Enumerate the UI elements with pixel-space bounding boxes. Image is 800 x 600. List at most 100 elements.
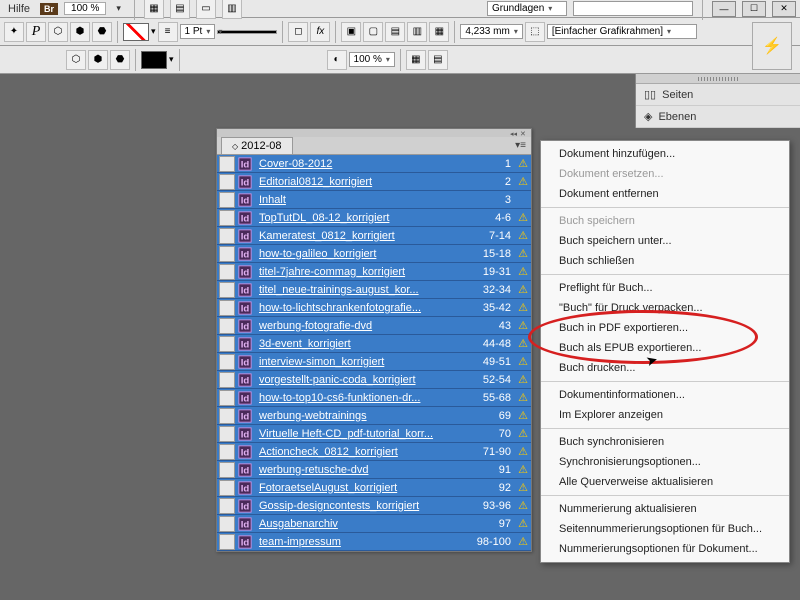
menu-page-numbering-options[interactable]: Seitennummerierungsoptionen für Buch...	[541, 519, 789, 539]
stroke-style[interactable]	[217, 30, 277, 34]
row-checkbox[interactable]	[219, 516, 235, 532]
panel-menu-icon[interactable]: ▾≡	[510, 138, 531, 153]
pages-panel-tab[interactable]: ▯▯ Seiten	[636, 84, 800, 106]
search-field[interactable]	[573, 1, 693, 16]
zoom-level[interactable]: 100 %	[64, 2, 106, 15]
corner-options-icon[interactable]: ◻	[288, 22, 308, 42]
align-icon[interactable]: ▦	[406, 50, 426, 70]
book-document-row[interactable]: IdGossip-designcontests_korrigiert93-96	[217, 497, 531, 515]
menu-update-numbering[interactable]: Nummerierung aktualisieren	[541, 499, 789, 519]
layers-panel-tab[interactable]: ◈ Ebenen	[636, 106, 800, 128]
row-checkbox[interactable]	[219, 174, 235, 190]
book-tab[interactable]: 2012-08	[221, 137, 293, 154]
menu-save-book-as[interactable]: Buch speichern unter...	[541, 231, 789, 251]
window-min-icon[interactable]: —	[712, 1, 736, 17]
book-document-row[interactable]: Idhow-to-lichtschrankenfotografie...35-4…	[217, 299, 531, 317]
tool-icon[interactable]: ⬢	[70, 22, 90, 42]
no-stroke-swatch[interactable]	[123, 23, 149, 41]
book-document-row[interactable]: Idwerbung-fotografie-dvd43	[217, 317, 531, 335]
row-checkbox[interactable]	[219, 444, 235, 460]
fill-swatch[interactable]	[141, 51, 167, 69]
row-checkbox[interactable]	[219, 156, 235, 172]
scale-input[interactable]: 100 %	[349, 52, 395, 67]
row-checkbox[interactable]	[219, 372, 235, 388]
collapse-icon[interactable]: ◂◂	[510, 130, 518, 136]
book-document-row[interactable]: IdCover-08-20121	[217, 155, 531, 173]
wrap-icon[interactable]: ▣	[341, 22, 361, 42]
book-document-row[interactable]: IdTopTutDL_08-12_korrigiert4-6	[217, 209, 531, 227]
row-checkbox[interactable]	[219, 354, 235, 370]
window-max-icon[interactable]: ☐	[742, 1, 766, 17]
book-document-row[interactable]: Idwerbung-retusche-dvd91	[217, 461, 531, 479]
fit-icon[interactable]: ⬚	[525, 22, 545, 42]
row-checkbox[interactable]	[219, 318, 235, 334]
menu-show-explorer[interactable]: Im Explorer anzeigen	[541, 405, 789, 425]
dimension-input[interactable]: 4,233 mm	[460, 24, 522, 39]
menu-add-document[interactable]: Dokument hinzufügen...	[541, 144, 789, 164]
close-icon[interactable]: ✕	[520, 130, 528, 136]
menu-doc-numbering-options[interactable]: Nummerierungsoptionen für Dokument...	[541, 539, 789, 559]
book-document-row[interactable]: Idwerbung-webtrainings69	[217, 407, 531, 425]
tool-icon[interactable]: ⬣	[110, 50, 130, 70]
row-checkbox[interactable]	[219, 282, 235, 298]
row-checkbox[interactable]	[219, 390, 235, 406]
menu-close-book[interactable]: Buch schließen	[541, 251, 789, 271]
stroke-weight-input[interactable]: 1 Pt	[180, 24, 216, 39]
menu-sync-options[interactable]: Synchronisierungsoptionen...	[541, 452, 789, 472]
row-checkbox[interactable]	[219, 210, 235, 226]
tool-icon[interactable]: ✦	[4, 22, 24, 42]
menu-remove-document[interactable]: Dokument entfernen	[541, 184, 789, 204]
menu-sync-book[interactable]: Buch synchronisieren	[541, 432, 789, 452]
menu-export-epub[interactable]: Buch als EPUB exportieren...	[541, 338, 789, 358]
tool-icon[interactable]: ⬢	[88, 50, 108, 70]
object-style-selector[interactable]: [Einfacher Grafikrahmen]	[547, 24, 697, 39]
row-checkbox[interactable]	[219, 480, 235, 496]
arrange-icon[interactable]: ▥	[222, 0, 242, 19]
view-mode-icon[interactable]: ▤	[170, 0, 190, 19]
row-checkbox[interactable]	[219, 408, 235, 424]
book-document-row[interactable]: Idteam-impressum98-100	[217, 533, 531, 551]
menu-export-pdf[interactable]: Buch in PDF exportieren...	[541, 318, 789, 338]
opacity-icon[interactable]: ◐	[327, 50, 347, 70]
window-close-icon[interactable]: ✕	[772, 1, 796, 17]
row-checkbox[interactable]	[219, 228, 235, 244]
row-checkbox[interactable]	[219, 192, 235, 208]
wrap-icon[interactable]: ▦	[429, 22, 449, 42]
bridge-button[interactable]: Br	[40, 3, 58, 15]
book-document-row[interactable]: IdAusgabenarchiv97	[217, 515, 531, 533]
row-checkbox[interactable]	[219, 498, 235, 514]
book-document-row[interactable]: Idtitel-7jahre-commag_korrigiert19-31	[217, 263, 531, 281]
wrap-icon[interactable]: ▤	[385, 22, 405, 42]
paragraph-style-icon[interactable]: P	[26, 22, 46, 42]
row-checkbox[interactable]	[219, 534, 235, 550]
row-checkbox[interactable]	[219, 264, 235, 280]
book-document-row[interactable]: Idhow-to-top10-cs6-funktionen-dr...55-68	[217, 389, 531, 407]
wrap-icon[interactable]: ▥	[407, 22, 427, 42]
book-document-row[interactable]: Idtitel_neue-trainings-august_kor...32-3…	[217, 281, 531, 299]
book-document-row[interactable]: IdEditorial0812_korrigiert2	[217, 173, 531, 191]
book-document-row[interactable]: IdInhalt3	[217, 191, 531, 209]
book-document-row[interactable]: IdVirtuelle Heft-CD_pdf-tutorial_korr...…	[217, 425, 531, 443]
effects-icon[interactable]: fx	[310, 22, 330, 42]
book-document-row[interactable]: IdActioncheck_0812_korrigiert71-90	[217, 443, 531, 461]
book-document-row[interactable]: Idinterview-simon_korrigiert49-51	[217, 353, 531, 371]
menu-package[interactable]: "Buch" für Druck verpacken...	[541, 298, 789, 318]
book-document-row[interactable]: Idhow-to-galileo_korrigiert15-18	[217, 245, 531, 263]
quick-apply-icon[interactable]: ⚡	[752, 22, 792, 70]
book-document-row[interactable]: Idvorgestellt-panic-coda_korrigiert52-54	[217, 371, 531, 389]
book-document-row[interactable]: Id3d-event_korrigiert44-48	[217, 335, 531, 353]
row-checkbox[interactable]	[219, 336, 235, 352]
menu-doc-info[interactable]: Dokumentinformationen...	[541, 385, 789, 405]
tool-icon[interactable]: ⬣	[92, 22, 112, 42]
tool-icon[interactable]: ⬡	[48, 22, 68, 42]
help-menu[interactable]: Hilfe	[4, 3, 34, 15]
tool-icon[interactable]: ⬡	[66, 50, 86, 70]
menu-print-book[interactable]: Buch drucken...	[541, 358, 789, 378]
workspace-selector[interactable]: Grundlagen	[487, 1, 567, 16]
row-checkbox[interactable]	[219, 246, 235, 262]
book-document-row[interactable]: IdFotoraetselAugust_korrigiert92	[217, 479, 531, 497]
align-icon[interactable]: ▤	[428, 50, 448, 70]
menu-preflight[interactable]: Preflight für Buch...	[541, 278, 789, 298]
screen-mode-icon[interactable]: ▭	[196, 0, 216, 19]
row-checkbox[interactable]	[219, 426, 235, 442]
